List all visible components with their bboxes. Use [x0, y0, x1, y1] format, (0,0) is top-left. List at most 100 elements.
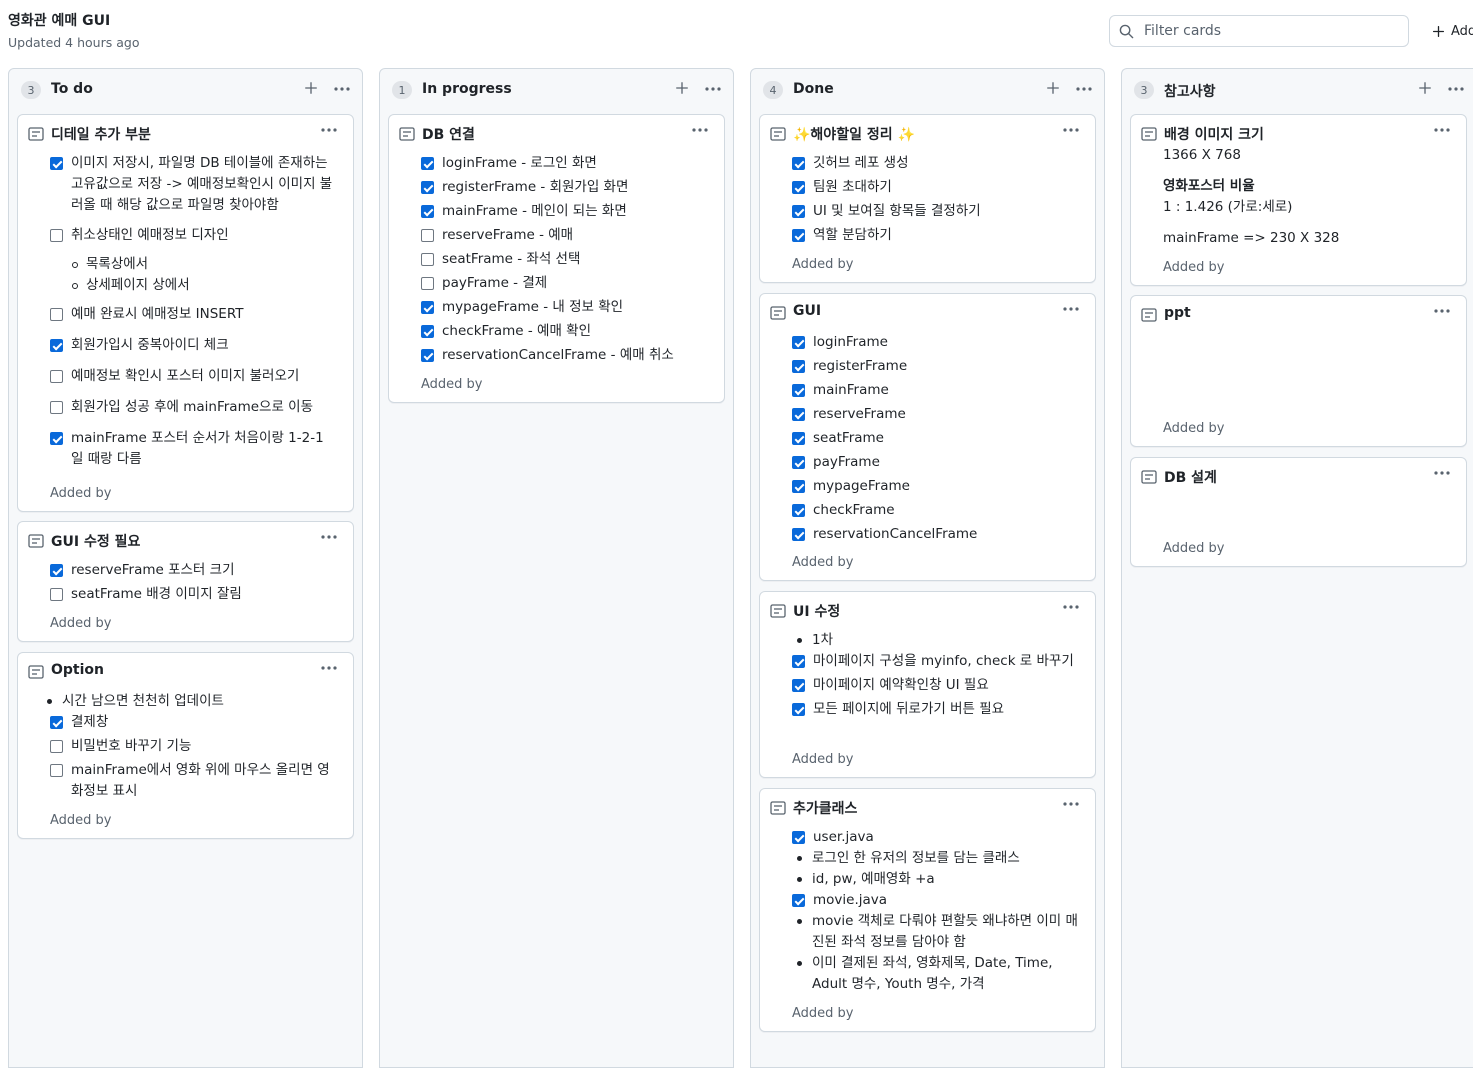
column-in-progress: 1 In progress DB 연결 loginFrame - 로그인 화면 … [379, 68, 734, 1068]
checkbox[interactable] [792, 831, 805, 844]
note-line: 1 : 1.426 (가로:세로) [1163, 199, 1293, 215]
checkbox[interactable] [421, 253, 434, 266]
note-icon [28, 665, 44, 679]
checkbox[interactable] [50, 716, 63, 729]
checkbox[interactable] [792, 894, 805, 907]
checkbox[interactable] [792, 703, 805, 716]
card-title[interactable]: UI 수정 [793, 601, 840, 621]
plus-icon[interactable] [1418, 81, 1432, 95]
kebab-horizontal-icon[interactable] [703, 79, 723, 99]
checkbox[interactable] [50, 432, 63, 445]
checkbox[interactable] [792, 384, 805, 397]
checkbox[interactable] [421, 181, 434, 194]
checkbox[interactable] [792, 408, 805, 421]
note-icon [28, 127, 44, 141]
checkbox[interactable] [50, 740, 63, 753]
checkbox[interactable] [421, 277, 434, 290]
project-header: 영화관 예매 GUI Updated 4 hours ago Add [0, 0, 1473, 66]
card-title[interactable]: ppt [1164, 305, 1191, 321]
plus-icon[interactable] [1046, 81, 1060, 95]
kebab-horizontal-icon[interactable] [1061, 120, 1081, 140]
card-body: 깃허브 레포 생성 팀원 초대하기 UI 및 보여질 항목들 결정하기 역할 분… [792, 153, 1081, 249]
card[interactable]: 추가클래스 user.java 로그인 한 유저의 정보를 담는 클래스 id,… [759, 788, 1096, 1032]
kebab-horizontal-icon[interactable] [1074, 79, 1094, 99]
checkbox[interactable] [50, 157, 63, 170]
filter-box[interactable] [1109, 15, 1409, 47]
plus-icon[interactable] [304, 81, 318, 95]
note-heading: 영화포스터 비율 [1163, 178, 1255, 194]
kebab-horizontal-icon[interactable] [319, 120, 339, 140]
checkbox[interactable] [421, 205, 434, 218]
card[interactable]: ppt Added by [1130, 295, 1467, 447]
list-item: id, pw, 예매영화 +a [792, 869, 1081, 890]
checkbox[interactable] [792, 456, 805, 469]
checkbox[interactable] [792, 504, 805, 517]
checkbox[interactable] [792, 432, 805, 445]
kebab-horizontal-icon[interactable] [1446, 79, 1466, 99]
checkbox[interactable] [792, 336, 805, 349]
kebab-horizontal-icon[interactable] [1432, 301, 1452, 321]
kebab-horizontal-icon[interactable] [332, 79, 352, 99]
checkbox[interactable] [421, 301, 434, 314]
kebab-horizontal-icon[interactable] [1061, 794, 1081, 814]
checkbox[interactable] [792, 528, 805, 541]
card-body: reserveFrame 포스터 크기 seatFrame 배경 이미지 잘림 [50, 560, 339, 608]
card[interactable]: ✨해야할일 정리 ✨ 깃허브 레포 생성 팀원 초대하기 UI 및 보여질 항목… [759, 114, 1096, 283]
note-icon [770, 604, 786, 618]
checkbox[interactable] [792, 655, 805, 668]
checkbox[interactable] [50, 339, 63, 352]
card[interactable]: GUI 수정 필요 reserveFrame 포스터 크기 seatFrame … [17, 521, 354, 642]
plus-icon[interactable] [675, 81, 689, 95]
checkbox[interactable] [50, 564, 63, 577]
checkbox[interactable] [50, 401, 63, 414]
card[interactable]: UI 수정 1차 마이페이지 구성을 myinfo, check 로 바꾸기 마… [759, 591, 1096, 778]
kebab-horizontal-icon[interactable] [690, 120, 710, 140]
kebab-horizontal-icon[interactable] [1061, 299, 1081, 319]
list-item: 시간 남으면 천천히 업데이트 [42, 691, 339, 712]
checkbox[interactable] [50, 370, 63, 383]
checkbox[interactable] [50, 588, 63, 601]
checkbox[interactable] [421, 325, 434, 338]
checkbox[interactable] [792, 679, 805, 692]
card[interactable]: DB 연결 loginFrame - 로그인 화면 registerFrame … [388, 114, 725, 403]
checkbox[interactable] [421, 229, 434, 242]
card-title[interactable]: GUI [793, 303, 821, 319]
updated-timestamp: Updated 4 hours ago [8, 35, 140, 50]
card-title[interactable]: Option [51, 662, 104, 678]
note-line: 1366 X 768 [1163, 147, 1241, 163]
card[interactable]: GUI loginFrame registerFrame mainFrame r… [759, 293, 1096, 581]
card-title[interactable]: GUI 수정 필요 [51, 531, 140, 551]
card[interactable]: DB 설계 Added by [1130, 457, 1467, 567]
checkbox[interactable] [792, 360, 805, 373]
card-title[interactable]: DB 설계 [1164, 467, 1217, 487]
card[interactable]: 배경 이미지 크기 1366 X 768 영화포스터 비율 1 : 1.426 … [1130, 114, 1467, 286]
add-column-button[interactable]: Add [1432, 21, 1473, 41]
card-body: loginFrame - 로그인 화면 registerFrame - 회원가입… [421, 153, 710, 369]
column-header: 3 To do [9, 69, 362, 111]
kebab-horizontal-icon[interactable] [1432, 120, 1452, 140]
card[interactable]: Option 시간 남으면 천천히 업데이트 결제창 비밀번호 바꾸기 기능 m… [17, 652, 354, 839]
card[interactable]: 디테일 추가 부분 이미지 저장시, 파일명 DB 테이블에 존재하는 고유값으… [17, 114, 354, 512]
filter-input[interactable] [1142, 16, 1402, 46]
checklist-item: 회원가입 성공 후에 mainFrame으로 이동 [50, 397, 339, 418]
checkbox[interactable] [792, 181, 805, 194]
kebab-horizontal-icon[interactable] [319, 658, 339, 678]
card-title[interactable]: 디테일 추가 부분 [51, 124, 151, 144]
kebab-horizontal-icon[interactable] [319, 527, 339, 547]
kebab-horizontal-icon[interactable] [1432, 463, 1452, 483]
kebab-horizontal-icon[interactable] [1061, 597, 1081, 617]
checkbox[interactable] [792, 480, 805, 493]
checkbox[interactable] [792, 205, 805, 218]
added-by: Added by [1163, 260, 1225, 275]
card-title[interactable]: 배경 이미지 크기 [1164, 124, 1264, 144]
checkbox[interactable] [792, 157, 805, 170]
checkbox[interactable] [421, 349, 434, 362]
card-title[interactable]: 추가클래스 [793, 798, 857, 818]
checkbox[interactable] [50, 308, 63, 321]
checkbox[interactable] [792, 229, 805, 242]
card-title[interactable]: DB 연결 [422, 124, 475, 144]
checkbox[interactable] [50, 229, 63, 242]
checkbox[interactable] [421, 157, 434, 170]
checkbox[interactable] [50, 764, 63, 777]
card-title[interactable]: ✨해야할일 정리 ✨ [793, 124, 915, 144]
